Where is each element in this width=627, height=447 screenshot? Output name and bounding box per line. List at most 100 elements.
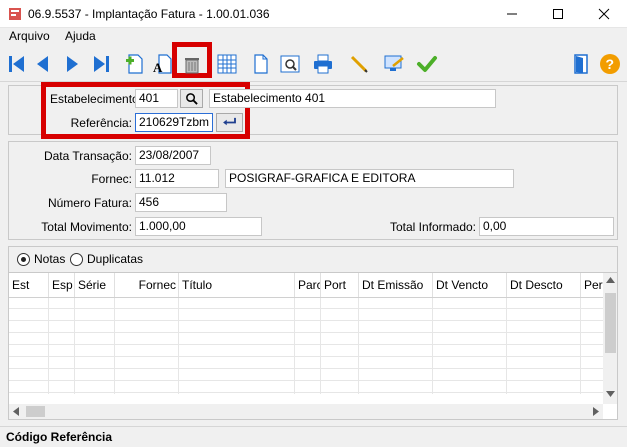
radio-duplicatas[interactable]: Duplicatas	[70, 252, 143, 266]
estabelecimento-input[interactable]: 401	[135, 89, 178, 108]
notes-grid[interactable]: Est Esp Série Fornec Título Parc Port Dt…	[8, 272, 618, 420]
close-button[interactable]	[581, 0, 627, 28]
exit-button[interactable]	[568, 50, 594, 78]
estabelecimento-description: Estabelecimento 401	[209, 89, 496, 108]
fornec-label: Fornec:	[91, 172, 132, 186]
menu-arquivo[interactable]: Arquivo	[8, 29, 51, 43]
referencia-enter-button[interactable]	[216, 113, 243, 132]
total-informado-label: Total Informado:	[389, 220, 476, 234]
svg-text:?: ?	[606, 56, 615, 72]
table-row[interactable]	[9, 310, 603, 321]
confirm-button[interactable]	[414, 50, 440, 78]
estabelecimento-search-button[interactable]	[180, 89, 203, 108]
horizontal-scrollbar[interactable]	[9, 404, 603, 419]
add-record-button[interactable]	[122, 50, 148, 78]
print-button[interactable]	[310, 50, 336, 78]
menu-bar: Arquivo Ajuda	[0, 28, 627, 46]
table-row[interactable]	[9, 346, 603, 357]
grid-view-button[interactable]	[214, 50, 240, 78]
table-row[interactable]	[9, 358, 603, 369]
grid-vline	[580, 298, 581, 394]
numero-fatura-input[interactable]: 456	[135, 193, 227, 212]
radio-duplicatas-label: Duplicatas	[87, 252, 144, 266]
maximize-button[interactable]	[535, 0, 581, 28]
first-record-icon	[9, 56, 24, 72]
zoom-button[interactable]	[277, 50, 303, 78]
printer-icon	[314, 54, 332, 74]
grid-vline	[178, 298, 179, 394]
last-record-icon	[94, 56, 109, 72]
table-row[interactable]	[9, 322, 603, 333]
help-button[interactable]: ?	[597, 50, 623, 78]
referencia-input[interactable]: 210629Tzbm	[135, 113, 213, 132]
fornec-name: POSIGRAF-GRAFICA E EDITORA	[225, 169, 514, 188]
enter-arrow-icon	[223, 117, 236, 126]
table-row[interactable]	[9, 370, 603, 381]
col-port[interactable]: Port	[321, 273, 359, 297]
menu-ajuda[interactable]: Ajuda	[64, 29, 97, 43]
grid-vline	[358, 298, 359, 394]
document-icon	[254, 54, 268, 74]
delete-record-button[interactable]	[179, 50, 205, 78]
svg-text:A: A	[153, 60, 163, 75]
scroll-right-icon[interactable]	[593, 407, 599, 416]
horizontal-scroll-thumb[interactable]	[26, 406, 45, 417]
first-record-button[interactable]	[4, 50, 30, 78]
data-transacao-input[interactable]: 23/08/2007	[135, 146, 211, 165]
table-row[interactable]	[9, 298, 603, 309]
toolbar: A ?	[0, 42, 627, 82]
monitor-edit-button[interactable]	[381, 50, 407, 78]
grid-vline	[506, 298, 507, 394]
numero-fatura-label: Número Fatura:	[47, 196, 132, 210]
edit-document-icon: A	[153, 54, 172, 75]
total-informado-input[interactable]: 0,00	[479, 217, 614, 236]
pencil-button[interactable]	[346, 50, 372, 78]
scroll-left-icon[interactable]	[13, 407, 19, 416]
col-esp[interactable]: Esp	[49, 273, 75, 297]
monitor-edit-icon	[384, 55, 404, 71]
col-dt-vencto[interactable]: Dt Vencto	[433, 273, 507, 297]
minimize-icon	[507, 13, 517, 15]
app-icon	[8, 7, 22, 21]
total-movimento-input: 1.000,00	[135, 217, 262, 236]
previous-record-button[interactable]	[30, 50, 56, 78]
col-parc[interactable]: Parc	[295, 273, 321, 297]
maximize-icon	[553, 9, 563, 19]
search-icon	[186, 93, 198, 105]
window-title: 06.9.5537 - Implantação Fatura - 1.00.01…	[28, 7, 270, 21]
radio-notas-indicator[interactable]	[17, 252, 30, 266]
exit-door-icon	[574, 54, 588, 74]
col-dt-descto[interactable]: Dt Descto	[507, 273, 581, 297]
help-icon: ?	[600, 54, 620, 74]
next-record-button[interactable]	[59, 50, 85, 78]
trash-icon	[185, 58, 199, 74]
col-est[interactable]: Est	[9, 273, 49, 297]
fornec-input[interactable]: 11.012	[135, 169, 219, 188]
scroll-down-icon[interactable]	[606, 391, 615, 397]
previous-record-icon	[37, 56, 48, 72]
col-fornec[interactable]: Fornec	[115, 273, 179, 297]
new-document-button[interactable]	[248, 50, 274, 78]
title-bar: 06.9.5537 - Implantação Fatura - 1.00.01…	[0, 0, 627, 28]
data-transacao-label: Data Transação:	[43, 149, 132, 163]
grid-vline	[432, 298, 433, 394]
status-bar: Código Referência	[0, 426, 627, 447]
checkmark-icon	[417, 56, 437, 72]
grid-icon	[217, 54, 237, 74]
table-row[interactable]	[9, 382, 603, 393]
pencil-icon	[350, 55, 368, 73]
minimize-button[interactable]	[489, 0, 535, 28]
close-icon	[598, 8, 610, 20]
vertical-scroll-thumb[interactable]	[605, 293, 616, 353]
col-serie[interactable]: Série	[75, 273, 115, 297]
last-record-button[interactable]	[88, 50, 114, 78]
radio-duplicatas-indicator[interactable]	[70, 252, 83, 266]
col-per[interactable]: Per	[581, 273, 603, 297]
table-row[interactable]	[9, 334, 603, 345]
scroll-up-icon[interactable]	[606, 277, 615, 283]
col-dt-emissao[interactable]: Dt Emissão	[359, 273, 433, 297]
estabelecimento-label: Estabelecimento:	[50, 92, 143, 106]
radio-notas[interactable]: Notas	[17, 252, 65, 266]
col-titulo[interactable]: Título	[179, 273, 295, 297]
vertical-scrollbar[interactable]	[603, 273, 617, 404]
